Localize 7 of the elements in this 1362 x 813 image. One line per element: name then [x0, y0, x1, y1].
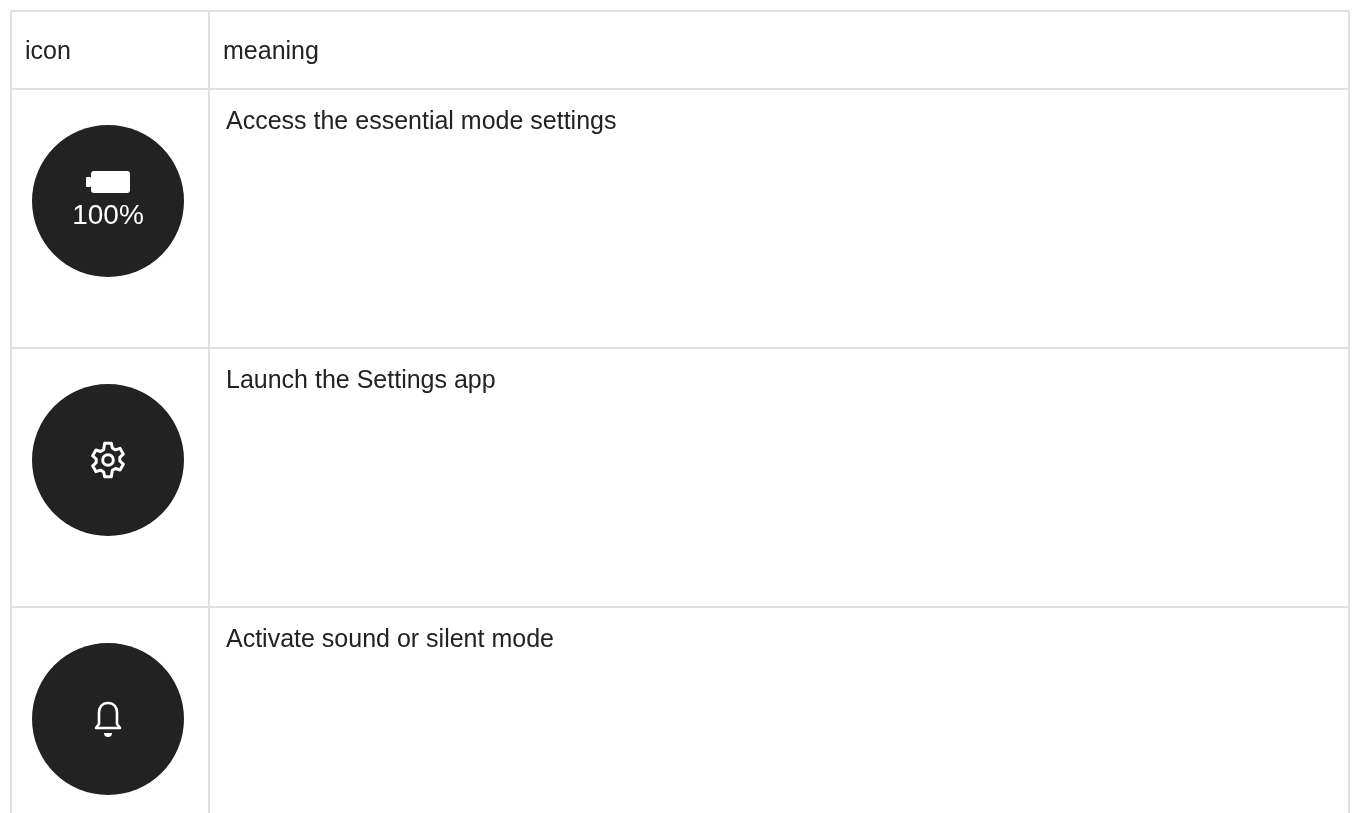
column-header: icon: [11, 11, 209, 89]
meaning-text: Access the essential mode settings: [226, 106, 617, 134]
column-header: meaning: [209, 11, 1349, 89]
meaning-text: Activate sound or silent mode: [226, 624, 554, 652]
battery-percentage: 100%: [72, 199, 144, 231]
round-icon-button[interactable]: 100%: [32, 125, 184, 277]
meaning-text: Launch the Settings app: [226, 365, 496, 393]
